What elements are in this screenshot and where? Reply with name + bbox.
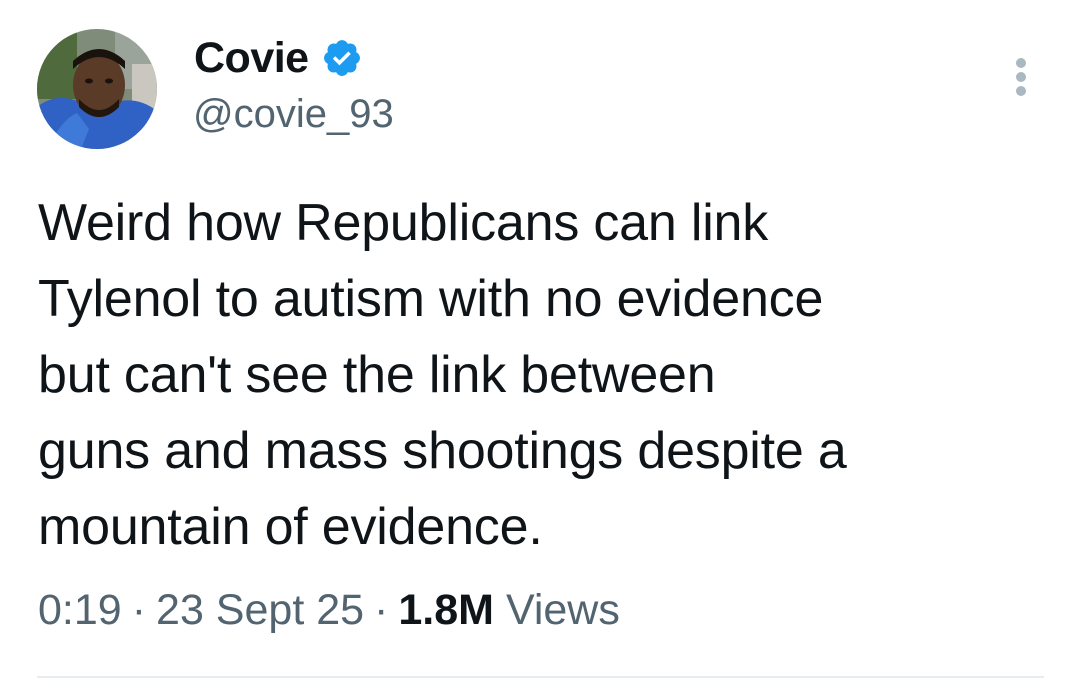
more-options-dot bbox=[1016, 72, 1026, 82]
more-options-icon bbox=[1016, 58, 1026, 68]
author-name-row: Covie bbox=[194, 30, 363, 86]
avatar-image bbox=[37, 29, 157, 149]
tweet-text: Weird how Republicans can link Tylenol t… bbox=[38, 194, 847, 556]
tweet-meta: 0:19 · 23 Sept 25 · 1.8M Views bbox=[38, 586, 620, 635]
divider bbox=[37, 676, 1044, 678]
author-avatar[interactable] bbox=[37, 29, 157, 149]
more-options-button[interactable] bbox=[1004, 54, 1038, 100]
views-label: Views bbox=[505, 586, 620, 634]
tweet-time[interactable]: 0:19 bbox=[38, 586, 122, 634]
views-count[interactable]: 1.8M bbox=[398, 586, 494, 634]
author-display-name[interactable]: Covie bbox=[194, 34, 309, 83]
author-handle[interactable]: @covie_93 bbox=[193, 92, 394, 137]
verified-badge-icon[interactable] bbox=[321, 37, 363, 79]
meta-separator: · bbox=[131, 586, 147, 634]
tweet-date[interactable]: 23 Sept 25 bbox=[156, 586, 364, 634]
meta-separator: · bbox=[374, 586, 389, 634]
tweet-card: Covie @covie_93 Weird how Republicans ca… bbox=[0, 0, 1080, 686]
more-options-dot bbox=[1016, 86, 1026, 96]
